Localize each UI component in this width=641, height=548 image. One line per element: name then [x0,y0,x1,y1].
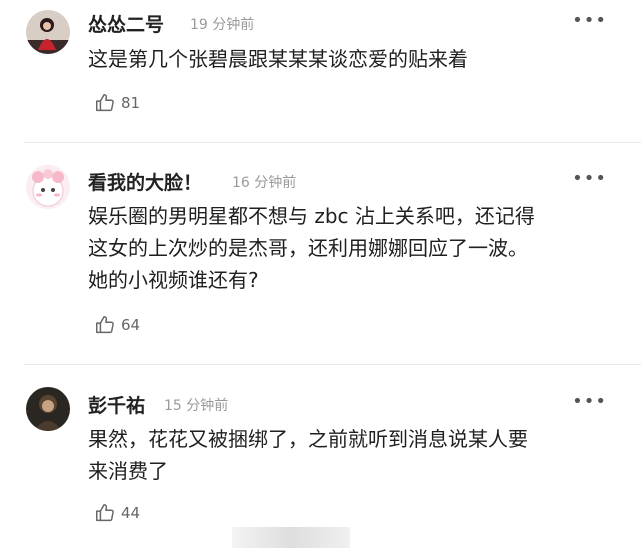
user-avatar-icon[interactable] [26,165,70,209]
comment-text: 娱乐圈的男明星都不想与 zbc 沾上关系吧，还记得 这女的上次炒的是杰哥，还利用… [88,200,618,296]
like-button[interactable]: 64 [94,314,140,336]
user-avatar-icon[interactable] [26,387,70,431]
like-button[interactable]: 44 [94,502,140,524]
like-count: 44 [121,504,141,522]
comment-text: 果然，花花又被捆绑了，之前就听到消息说某人要 来消费了 [88,423,618,487]
user-avatar-icon[interactable] [26,10,70,54]
more-options-icon[interactable]: ••• [572,391,607,412]
comment-text-line: 这女的上次炒的是杰哥，还利用娜娜回应了一波。 [88,236,528,260]
comment-text-line: 这是第几个张碧晨跟某某某谈恋爱的贴来着 [88,47,468,71]
thumbs-up-icon [96,316,114,334]
thumbs-up-icon [96,94,114,112]
comment-item: 看我的大脸！ 16 分钟前 ••• 娱乐圈的男明星都不想与 zbc 沾上关系吧，… [0,143,641,363]
timestamp: 16 分钟前 [232,175,297,191]
thumbs-up-icon [96,504,114,522]
like-count: 81 [121,94,141,112]
more-options-icon[interactable]: ••• [572,168,607,189]
comment-item: 怂怂二号 19 分钟前 ••• 这是第几个张碧晨跟某某某谈恋爱的贴来着 81 [0,0,641,140]
comment-text-line: 来消费了 [88,459,168,483]
comment-text: 这是第几个张碧晨跟某某某谈恋爱的贴来着 [88,43,618,75]
comment-text-line: 娱乐圈的男明星都不想与 zbc 沾上关系吧，还记得 [88,204,535,228]
comment-item: 彭千祐 15 分钟前 ••• 果然，花花又被捆绑了，之前就听到消息说某人要 来消… [0,365,641,548]
username[interactable]: 怂怂二号 [88,10,164,37]
username[interactable]: 看我的大脸！ [88,168,202,195]
like-button[interactable]: 81 [94,92,140,114]
like-count: 64 [121,316,141,334]
more-options-icon[interactable]: ••• [572,10,607,31]
timestamp: 19 分钟前 [190,17,255,33]
timestamp: 15 分钟前 [164,398,229,414]
watermark-blur [232,527,350,548]
comment-text-line: 她的小视频谁还有? [88,268,259,292]
comment-text-line: 果然，花花又被捆绑了，之前就听到消息说某人要 [88,427,528,451]
username[interactable]: 彭千祐 [88,391,145,418]
